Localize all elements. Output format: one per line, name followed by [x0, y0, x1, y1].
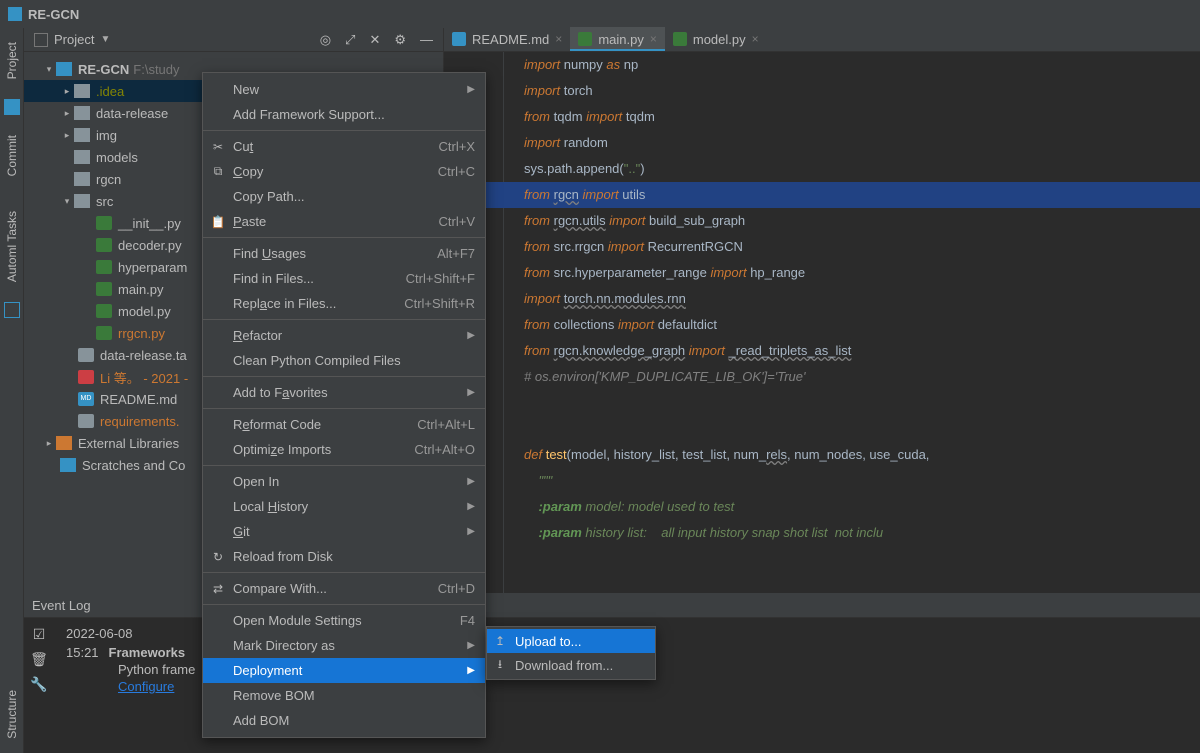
- menu-add-framework[interactable]: Add Framework Support...: [203, 102, 485, 127]
- folder-icon[interactable]: [4, 99, 20, 115]
- markdown-icon: [452, 32, 466, 46]
- menu-replace-in-files[interactable]: Replace in Files...Ctrl+Shift+R: [203, 291, 485, 316]
- event-date: 2022-06-08: [66, 626, 195, 641]
- menu-cut[interactable]: ✂CutCtrl+X: [203, 134, 485, 159]
- event-message: Frameworks: [109, 645, 186, 660]
- cut-icon: ✂: [211, 140, 225, 154]
- settings-icon[interactable]: ⚙: [394, 32, 406, 48]
- sidebar-tab-structure[interactable]: Structure: [5, 690, 19, 739]
- event-log-header[interactable]: Event Log: [24, 594, 1200, 618]
- tab-main[interactable]: main.py×: [570, 27, 665, 51]
- sidebar-tab-automl[interactable]: Automl Tasks: [5, 211, 19, 282]
- dropdown-arrow-icon[interactable]: ▼: [100, 34, 110, 45]
- menu-compare-with[interactable]: ⇄Compare With...Ctrl+D: [203, 576, 485, 601]
- close-icon[interactable]: ×: [752, 32, 759, 46]
- menu-remove-bom[interactable]: Remove BOM: [203, 683, 485, 708]
- menu-reformat[interactable]: Reformat CodeCtrl+Alt+L: [203, 412, 485, 437]
- automl-icon[interactable]: [4, 302, 20, 318]
- deployment-submenu: ↥Upload to... ⭳Download from...: [486, 626, 656, 680]
- menu-find-usages[interactable]: Find UsagesAlt+F7: [203, 241, 485, 266]
- hide-icon[interactable]: —: [420, 32, 433, 48]
- close-icon[interactable]: ×: [555, 32, 562, 46]
- trash-icon[interactable]: 🗑: [30, 651, 48, 668]
- window-title: RE-GCN: [28, 7, 79, 22]
- check-icon[interactable]: ☑: [33, 626, 46, 643]
- menu-clean-pyc[interactable]: Clean Python Compiled Files: [203, 348, 485, 373]
- menu-find-in-files[interactable]: Find in Files...Ctrl+Shift+F: [203, 266, 485, 291]
- close-icon[interactable]: ×: [650, 32, 657, 46]
- wrench-icon[interactable]: 🔧: [30, 676, 47, 693]
- code-editor[interactable]: import numpy as np import torch from tqd…: [444, 52, 1200, 593]
- menu-open-module-settings[interactable]: Open Module SettingsF4: [203, 608, 485, 633]
- context-menu: New▶ Add Framework Support... ✂CutCtrl+X…: [202, 72, 486, 738]
- project-view-title[interactable]: Project: [54, 32, 94, 47]
- menu-open-in[interactable]: Open In▶: [203, 469, 485, 494]
- menu-deployment[interactable]: Deployment▶: [203, 658, 485, 683]
- menu-new[interactable]: New▶: [203, 77, 485, 102]
- tab-model[interactable]: model.py×: [665, 27, 767, 51]
- configure-link[interactable]: Configure: [66, 679, 174, 694]
- app-logo-icon: [8, 7, 22, 21]
- editor-tabs: README.md× main.py× model.py×: [444, 28, 1200, 52]
- menu-reload-disk[interactable]: ↻Reload from Disk: [203, 544, 485, 569]
- python-icon: [578, 32, 592, 46]
- tab-readme[interactable]: README.md×: [444, 27, 570, 51]
- download-icon: ⭳: [493, 658, 507, 672]
- submenu-upload-to[interactable]: ↥Upload to...: [487, 629, 655, 653]
- menu-mark-directory[interactable]: Mark Directory as▶: [203, 633, 485, 658]
- menu-copy[interactable]: ⧉CopyCtrl+C: [203, 159, 485, 184]
- menu-paste[interactable]: 📋PasteCtrl+V: [203, 209, 485, 234]
- paste-icon: 📋: [211, 215, 225, 229]
- title-bar: RE-GCN: [0, 0, 1200, 28]
- project-toolbar: ◎ ⤢ ✕ ⚙ —: [320, 32, 443, 48]
- copy-icon: ⧉: [211, 165, 225, 179]
- menu-local-history[interactable]: Local History▶: [203, 494, 485, 519]
- reload-icon: ↻: [211, 550, 225, 564]
- menu-add-favorites[interactable]: Add to Favorites▶: [203, 380, 485, 405]
- event-time: 15:21: [66, 645, 99, 660]
- menu-refactor[interactable]: Refactor▶: [203, 323, 485, 348]
- menu-git[interactable]: Git▶: [203, 519, 485, 544]
- event-detail: Python frame: [66, 662, 195, 677]
- menu-copy-path[interactable]: Copy Path...: [203, 184, 485, 209]
- locate-icon[interactable]: ◎: [320, 32, 331, 48]
- sidebar-tab-project[interactable]: Project: [5, 42, 19, 79]
- event-log-toolbar: ☑ 🗑 🔧: [24, 618, 54, 694]
- upload-icon: ↥: [493, 634, 507, 648]
- python-icon: [673, 32, 687, 46]
- submenu-download-from[interactable]: ⭳Download from...: [487, 653, 655, 677]
- project-header: Project ▼ ◎ ⤢ ✕ ⚙ —: [24, 28, 443, 52]
- menu-add-bom[interactable]: Add BOM: [203, 708, 485, 733]
- menu-optimize-imports[interactable]: Optimize ImportsCtrl+Alt+O: [203, 437, 485, 462]
- sidebar-tab-commit[interactable]: Commit: [5, 135, 19, 176]
- compare-icon: ⇄: [211, 582, 225, 596]
- collapse-icon[interactable]: ✕: [369, 32, 380, 48]
- project-view-icon[interactable]: [34, 33, 48, 47]
- expand-icon[interactable]: ⤢: [345, 32, 355, 48]
- left-tool-strip: Project Commit Automl Tasks Structure: [0, 28, 24, 753]
